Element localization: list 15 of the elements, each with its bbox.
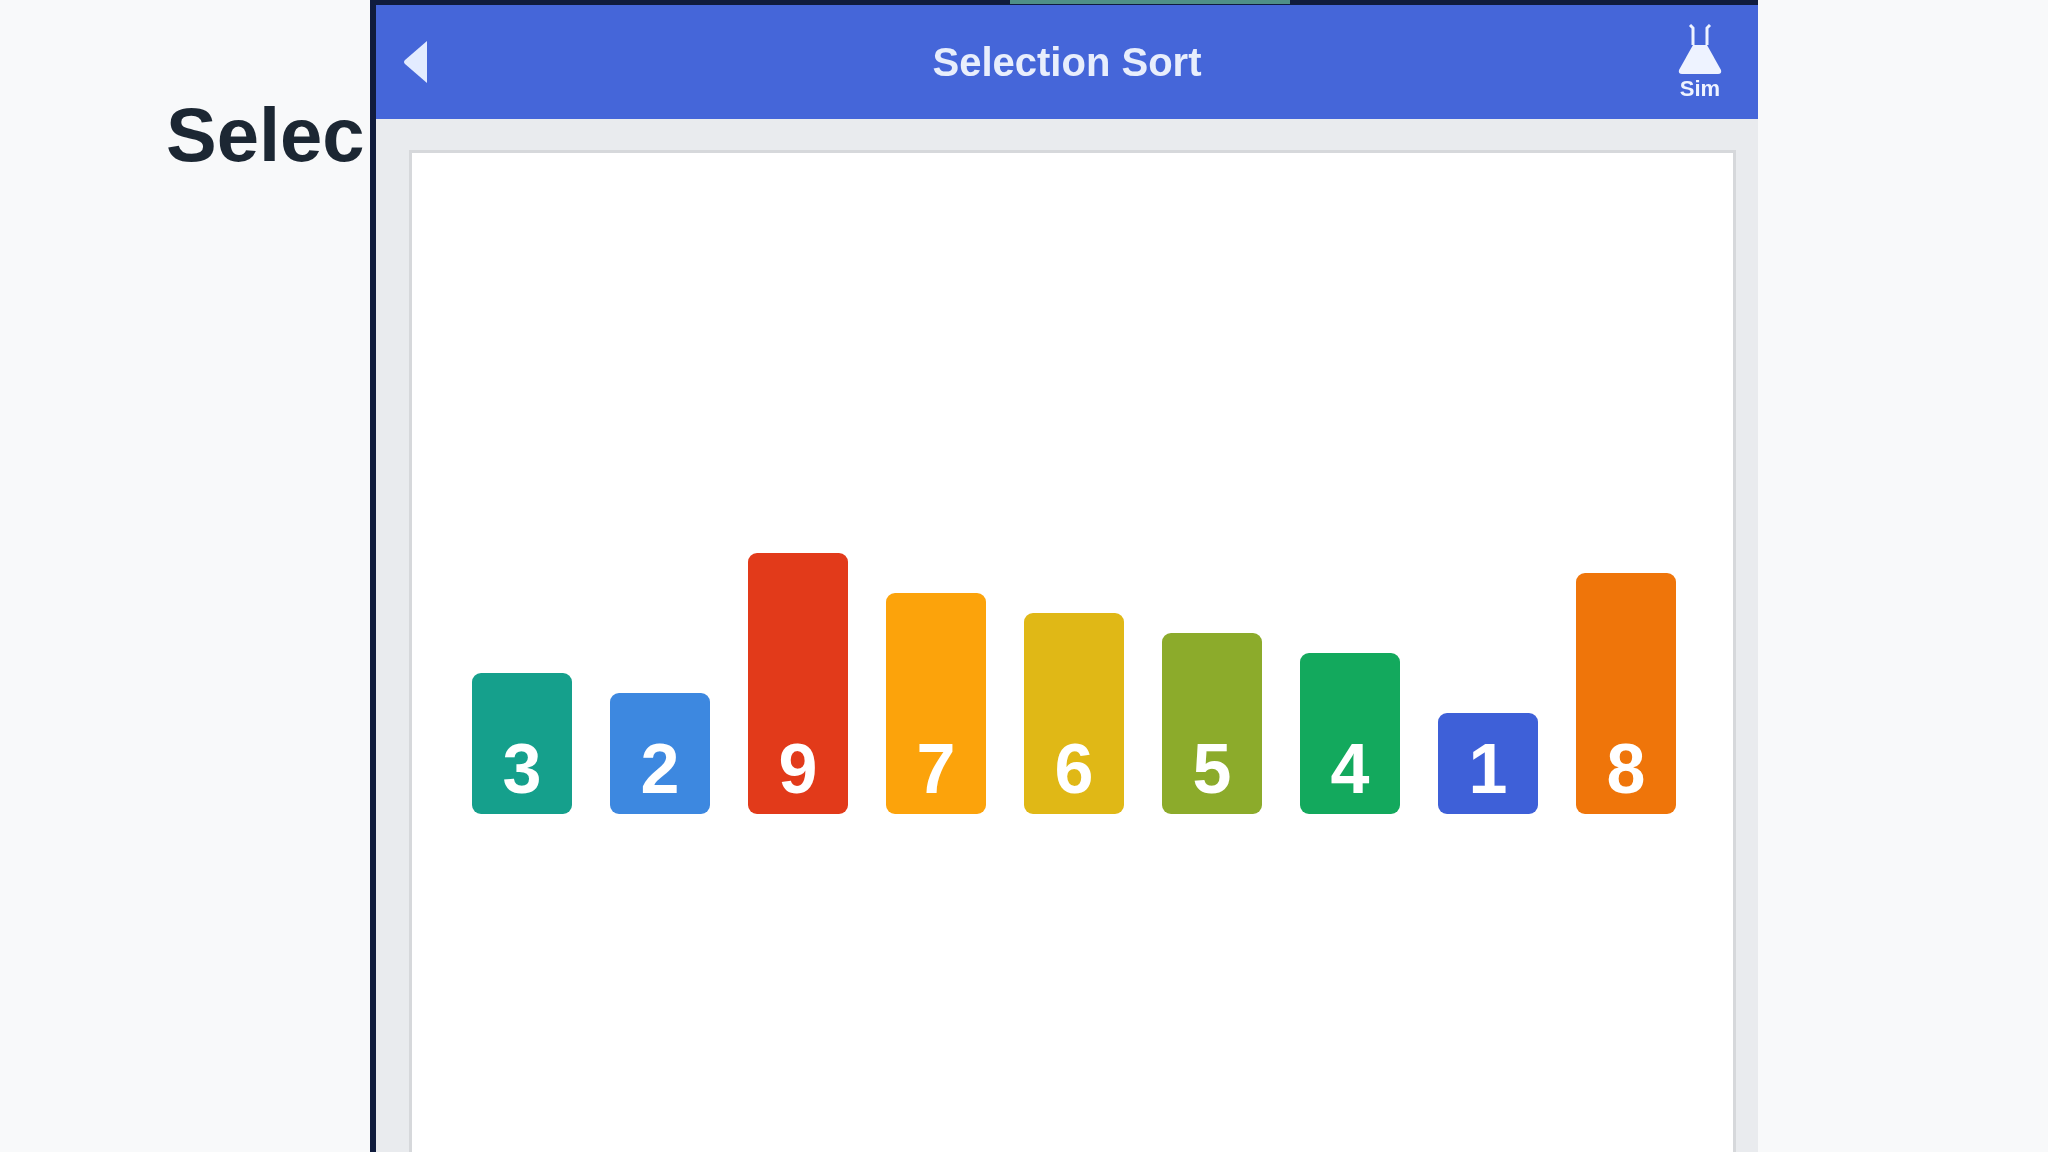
sim-button[interactable]: Sim [1678,24,1722,100]
number-bar: 4 [1300,653,1400,814]
number-bar: 3 [472,673,572,814]
page-heading: Selec [166,97,365,173]
number-bar: 8 [1576,573,1676,814]
number-bar: 7 [886,593,986,814]
back-icon [403,41,427,83]
screen-title: Selection Sort [932,42,1202,82]
number-bar: 1 [1438,713,1538,814]
number-bar: 6 [1024,613,1124,814]
number-bar: 2 [610,693,710,814]
back-button[interactable] [403,41,427,83]
number-bar: 9 [748,553,848,814]
number-bar: 5 [1162,633,1262,814]
flask-icon [1678,24,1722,74]
